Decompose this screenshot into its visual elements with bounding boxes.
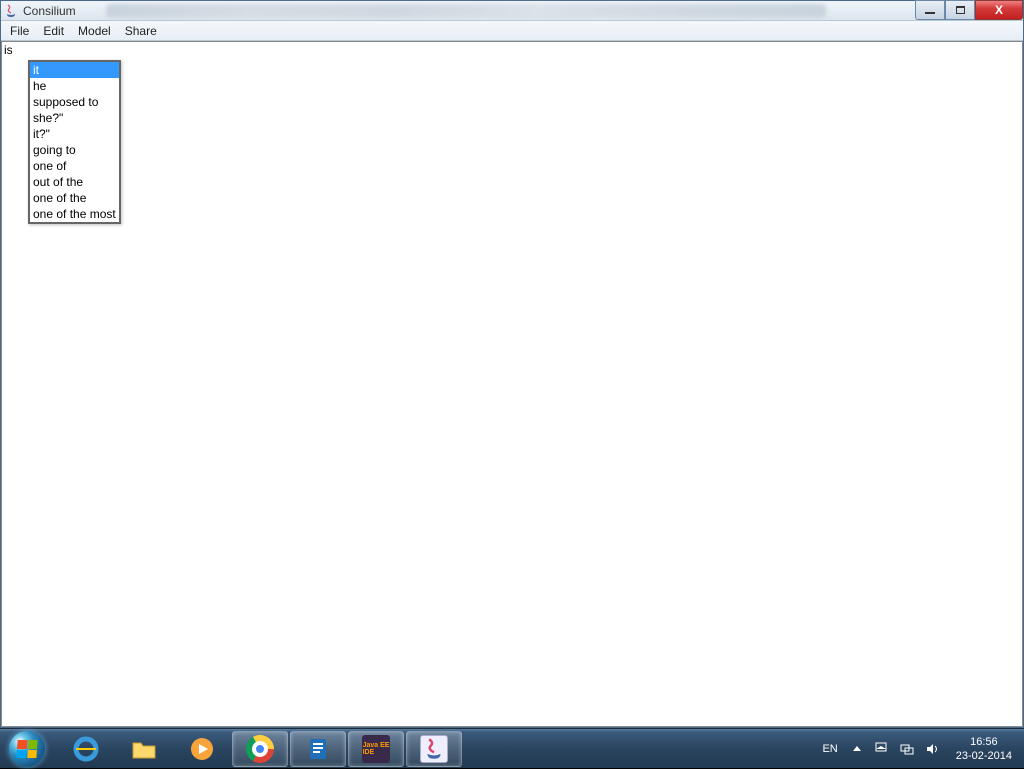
javaee-ide-icon: Java EEIDE [362,735,390,763]
document-icon [304,735,332,763]
autocomplete-popup: it he supposed to she?" it?" going to on… [28,60,121,224]
suggestion-item[interactable]: one of the [30,190,119,206]
close-button[interactable]: X [975,0,1023,20]
suggestion-item[interactable]: it [30,62,119,78]
taskbar-pinned-apps: Java EEIDE [58,731,462,767]
taskbar-mediaplayer-button[interactable] [174,731,230,767]
wmp-icon [188,735,216,763]
suggestion-item[interactable]: going to [30,142,119,158]
java-icon [420,735,448,763]
editor-typed-text: is [4,43,13,57]
clock-date: 23-02-2014 [956,749,1012,763]
suggestion-item[interactable]: out of the [30,174,119,190]
folder-icon [130,735,158,763]
chrome-icon [246,735,274,763]
show-hidden-icons-button[interactable] [846,744,868,754]
maximize-button[interactable] [945,0,975,20]
menu-share[interactable]: Share [118,22,164,40]
text-editor-area[interactable]: is it he supposed to she?" it?" going to… [1,41,1023,727]
windows-logo-icon [16,740,37,758]
window-controls: X [915,0,1023,20]
clock[interactable]: 16:56 23-02-2014 [946,733,1022,765]
taskbar-eclipse-button[interactable]: Java EEIDE [348,731,404,767]
taskbar-chrome-button[interactable] [232,731,288,767]
taskbar-java-app-button[interactable] [406,731,462,767]
suggestion-item[interactable]: one of the most [30,206,119,222]
suggestion-item[interactable]: supposed to [30,94,119,110]
menu-model[interactable]: Model [71,22,118,40]
aero-blur-bg [106,4,826,18]
menubar: File Edit Model Share [1,21,1023,41]
suggestion-item[interactable]: it?" [30,126,119,142]
taskbar: Java EEIDE EN 16:56 23-02-2014 [0,728,1024,768]
menu-file[interactable]: File [3,22,36,40]
system-tray: EN 16:56 23-02-2014 [812,729,1024,768]
titlebar[interactable]: Consilium X [1,1,1023,21]
network-icon[interactable] [894,742,920,756]
window-title: Consilium [23,4,76,18]
suggestion-item[interactable]: he [30,78,119,94]
volume-icon[interactable] [920,742,946,756]
minimize-button[interactable] [915,0,945,20]
start-button[interactable] [0,729,54,769]
java-app-icon [3,3,19,19]
taskbar-writer-button[interactable] [290,731,346,767]
taskbar-ie-button[interactable] [58,731,114,767]
language-indicator[interactable]: EN [814,743,845,755]
app-window: Consilium X File Edit Model Share is it … [0,0,1024,728]
suggestion-item[interactable]: one of [30,158,119,174]
menu-edit[interactable]: Edit [36,22,71,40]
taskbar-explorer-button[interactable] [116,731,172,767]
suggestion-item[interactable]: she?" [30,110,119,126]
action-center-icon[interactable] [868,742,894,756]
ie-icon [72,735,100,763]
clock-time: 16:56 [956,735,1012,749]
